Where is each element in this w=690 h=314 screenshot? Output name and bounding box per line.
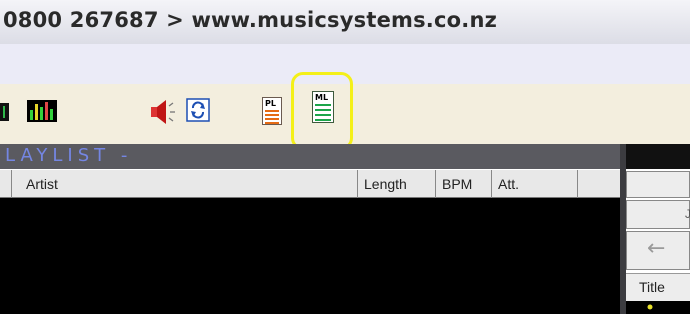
playlist-header: LAYLIST - <box>0 144 620 169</box>
column-length[interactable]: Length <box>358 170 436 198</box>
right-pane-header <box>626 144 690 169</box>
column-filler <box>578 170 620 198</box>
title-column-header[interactable]: Title <box>626 273 690 301</box>
playlist-list[interactable] <box>0 198 620 314</box>
title-bar: 0800 267687 > www.musicsystems.co.nz <box>0 0 690 44</box>
right-pane-button-1[interactable] <box>626 171 690 198</box>
back-arrow-icon: ← <box>647 236 666 261</box>
column-att[interactable]: Att. <box>492 170 578 198</box>
playlist-header-label: LAYLIST - <box>5 145 133 166</box>
back-button[interactable]: ← <box>626 231 690 270</box>
item-marker-icon <box>647 304 653 310</box>
title-text: 0800 267687 > www.musicsystems.co.nz <box>3 8 498 32</box>
column-artist[interactable]: Artist <box>12 170 358 198</box>
level-meter-icon[interactable] <box>27 100 57 122</box>
stop-icon[interactable] <box>0 102 10 122</box>
right-pane-button-char: J <box>685 207 690 221</box>
column-header-row: Artist Length BPM Att. <box>0 169 620 198</box>
right-pane-button-2[interactable]: J <box>626 200 690 229</box>
highlight-ring <box>291 72 353 150</box>
column-bpm[interactable]: BPM <box>436 170 492 198</box>
right-pane-list[interactable] <box>626 301 690 314</box>
refresh-icon[interactable] <box>186 98 212 124</box>
playlist-icon[interactable]: PL <box>262 97 282 125</box>
speaker-icon[interactable] <box>148 97 178 127</box>
column-stub[interactable] <box>0 170 12 198</box>
